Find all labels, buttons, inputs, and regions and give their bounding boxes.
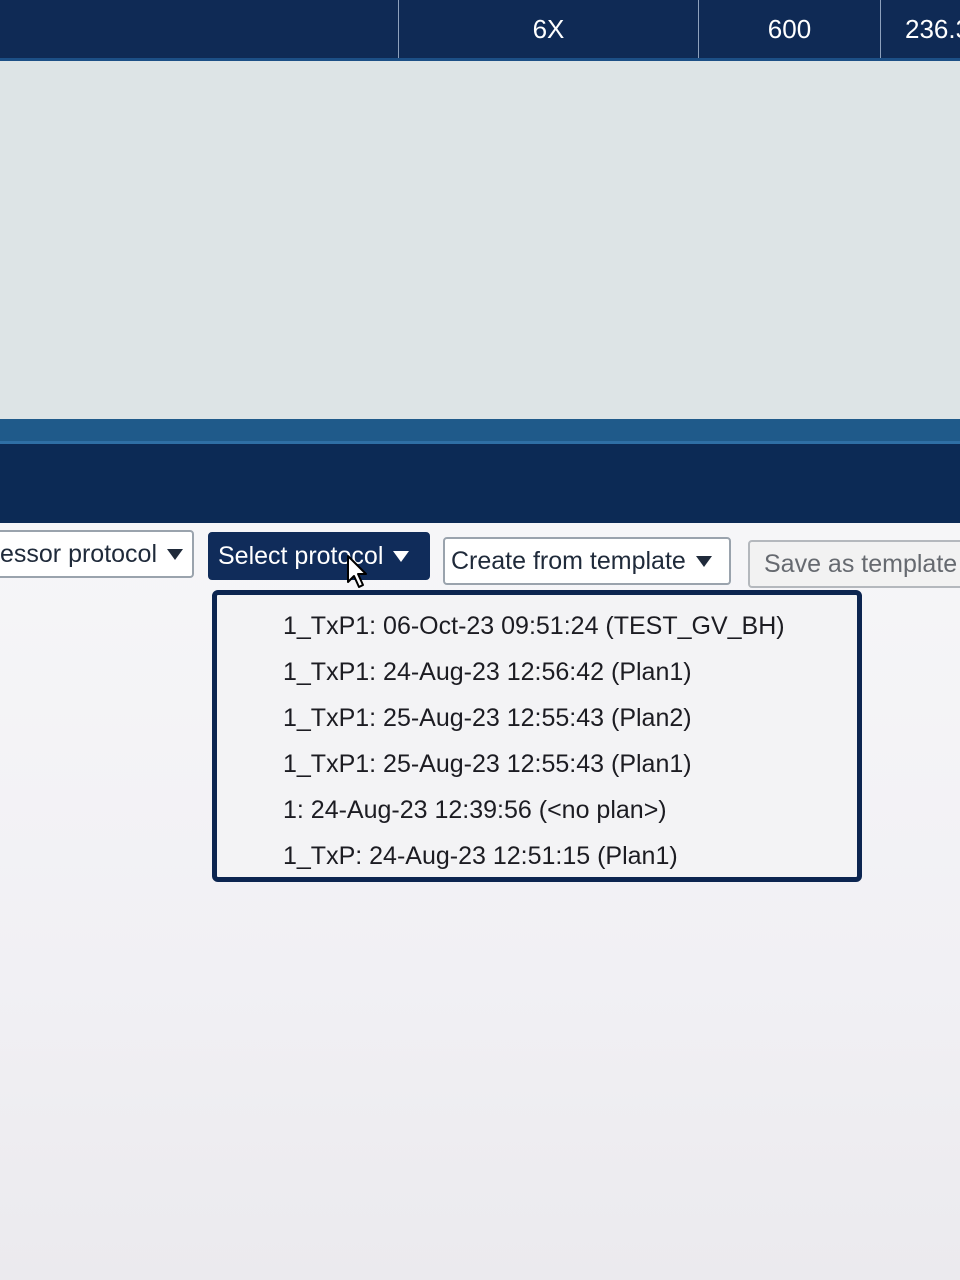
table-cell-empty — [0, 0, 398, 58]
table-cell-energy: 6X — [398, 0, 698, 58]
section-header-bar — [0, 441, 960, 526]
protocol-option[interactable]: 1_TxP1: 25-Aug-23 12:55:43 (Plan1) — [217, 741, 857, 787]
save-as-template-button[interactable]: Save as template — [748, 540, 960, 588]
section-divider — [0, 419, 960, 441]
save-as-template-label: Save as template — [764, 549, 958, 578]
beam-table-row: 6X 600 236.3 — [0, 0, 960, 61]
create-from-template-label: Create from template — [451, 546, 686, 575]
chevron-down-icon — [695, 555, 712, 567]
protocol-dropdown-menu: 1_TxP1: 06-Oct-23 09:51:24 (TEST_GV_BH) … — [212, 590, 862, 882]
protocol-option[interactable]: 1_TxP: 24-Aug-23 12:51:15 (Plan1) — [217, 833, 857, 879]
protocol-option[interactable]: 1_TxP1: 25-Aug-23 12:55:43 (Plan2) — [217, 695, 857, 741]
predecessor-protocol-label: essor protocol — [0, 539, 158, 568]
predecessor-protocol-dropdown[interactable]: essor protocol — [0, 530, 194, 578]
select-protocol-dropdown[interactable]: Select protocol — [208, 532, 430, 580]
chevron-down-icon — [393, 550, 410, 562]
mouse-pointer-icon — [347, 555, 367, 588]
protocol-option[interactable]: 1: 24-Aug-23 12:39:56 (<no plan>) — [217, 787, 857, 833]
dose-rate-value: 600 — [767, 13, 812, 44]
energy-value: 6X — [532, 13, 565, 44]
protocol-option[interactable]: 1_TxP1: 06-Oct-23 09:51:24 (TEST_GV_BH) — [217, 603, 857, 649]
table-cell-dose-rate: 600 — [698, 0, 880, 58]
protocol-option[interactable]: 1_TxP1: 24-Aug-23 12:56:42 (Plan1) — [217, 649, 857, 695]
table-cell-mu: 236.3 — [880, 0, 960, 58]
chevron-down-icon — [167, 548, 184, 560]
mu-value: 236.3 — [905, 13, 960, 44]
empty-panel — [0, 61, 960, 419]
create-from-template-dropdown[interactable]: Create from template — [443, 537, 731, 585]
